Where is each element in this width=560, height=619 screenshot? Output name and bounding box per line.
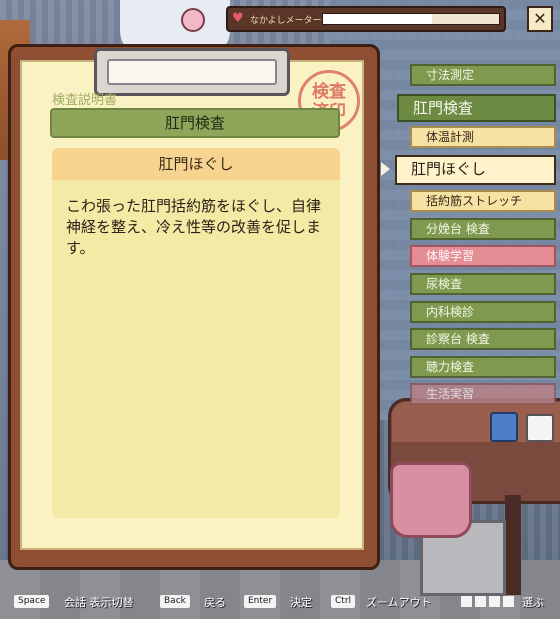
space-key-badge: Space xyxy=(14,595,50,608)
ctrl-key-badge: Ctrl xyxy=(331,595,356,608)
clothes-icons xyxy=(490,412,558,442)
arrow-keys-icon xyxy=(461,596,517,608)
menu-item-3[interactable]: 体温計測 xyxy=(410,126,556,148)
blue-shirt-icon xyxy=(490,412,518,442)
document-label: 検査説明書 xyxy=(52,93,118,108)
stamp-line-1: 検査 xyxy=(312,82,346,102)
menu-item-5[interactable]: 括約筋ストレッチ xyxy=(410,190,556,212)
affection-meter: ♥ なかよしメーター xyxy=(226,6,506,32)
menu-item-10[interactable]: 診察台 検査 xyxy=(410,328,556,350)
character-face-icon xyxy=(181,8,205,32)
affection-meter-track xyxy=(322,13,500,25)
close-button[interactable]: ✕ xyxy=(527,6,553,32)
menu-item-8[interactable]: 尿検査 xyxy=(410,273,556,295)
arrow-left-key-icon xyxy=(461,596,472,607)
arrow-down-key-icon xyxy=(489,596,500,607)
arrow-up-key-icon xyxy=(475,596,486,607)
clipboard-clip-plate xyxy=(107,59,277,85)
selection-cursor-icon xyxy=(381,162,390,176)
menu-item-6[interactable]: 分娩台 検査 xyxy=(410,218,556,240)
arrow-right-key-icon xyxy=(503,596,514,607)
exam-description: こわ張った肛門括約筋をほぐし、自律神経を整え、冷え性等の改善を促します。 xyxy=(66,197,322,257)
white-underwear-icon xyxy=(526,414,554,442)
control-hints-bar: Space 会話 表示切替 Back 戻る Enter 決定 Ctrl ズームア… xyxy=(0,594,560,614)
exam-detail-card: 肛門ほぐし こわ張った肛門括約筋をほぐし、自律神経を整え、冷え性等の改善を促しま… xyxy=(52,148,340,518)
ctrl-key-hint: ズームアウト xyxy=(366,596,432,609)
enter-key-hint: 決定 xyxy=(290,596,312,609)
space-key-hint: 会話 表示切替 xyxy=(64,596,134,609)
scene-basket xyxy=(390,462,472,538)
exam-title: 肛門検査 xyxy=(50,108,340,138)
heart-icon: ♥ xyxy=(232,11,244,26)
back-key-badge: Back xyxy=(160,595,190,608)
menu-item-11[interactable]: 聴力検査 xyxy=(410,356,556,378)
menu-item-9[interactable]: 内科検診 xyxy=(410,301,556,323)
back-key-hint: 戻る xyxy=(204,596,226,609)
menu-item-2[interactable]: 肛門検査 xyxy=(397,94,556,122)
affection-meter-label: なかよしメーター xyxy=(250,16,322,26)
menu-item-4[interactable]: 肛門ほぐし xyxy=(395,155,556,185)
menu-item-1[interactable]: 寸法測定 xyxy=(410,64,556,86)
clipboard-clip xyxy=(94,48,290,96)
affection-meter-fill xyxy=(323,14,433,24)
menu-item-7[interactable]: 体験学習 xyxy=(410,245,556,267)
scene-table-leg xyxy=(505,495,521,595)
exam-subtitle: 肛門ほぐし xyxy=(52,148,340,180)
menu-item-12[interactable]: 生活実習 xyxy=(410,383,556,405)
arrows-hint: 選ぶ xyxy=(522,596,544,609)
enter-key-badge: Enter xyxy=(244,595,277,608)
